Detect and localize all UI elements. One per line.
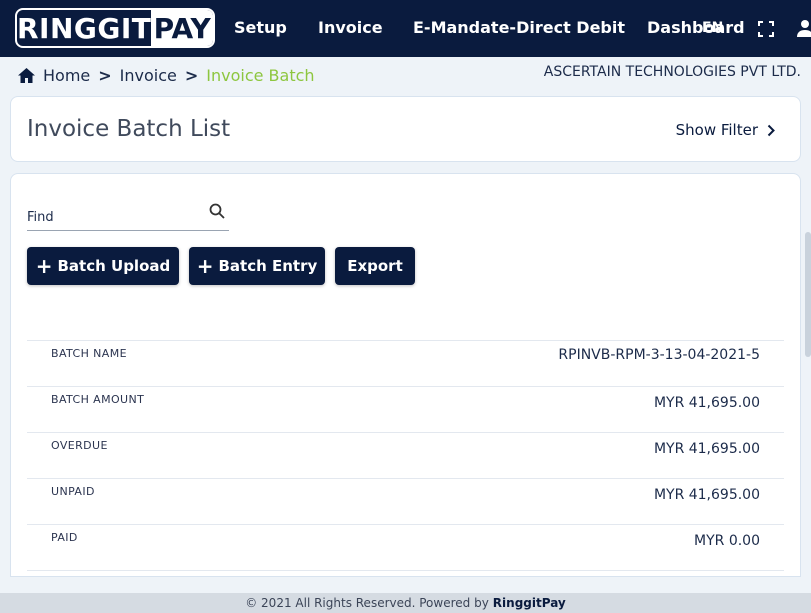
header-card: Invoice Batch List Show Filter [10, 96, 801, 162]
summary-row-unpaid: UNPAID MYR 41,695.00 [27, 478, 784, 524]
find-field [27, 200, 229, 231]
company-name: ASCERTAIN TECHNOLOGIES PVT LTD. [543, 64, 801, 80]
show-filter-label: Show Filter [675, 121, 758, 139]
home-icon[interactable] [18, 68, 35, 83]
breadcrumb-current: Invoice Batch [206, 66, 315, 85]
nav-item-e-mandate[interactable]: E-Mandate-Direct Debit [413, 18, 625, 37]
scrollbar-thumb[interactable] [805, 232, 811, 357]
user-icon[interactable] [796, 19, 811, 37]
footer-brand-link[interactable]: RinggitPay [493, 596, 566, 610]
plus-icon: + [35, 254, 53, 278]
export-button[interactable]: Export [335, 247, 415, 285]
batch-summary: BATCH NAME RPINVB-RPM-3-13-04-2021-5 BAT… [27, 340, 784, 571]
summary-label: OVERDUE [51, 439, 108, 452]
nav-item-dashboard[interactable]: Dashboard [647, 18, 745, 37]
show-filter-button[interactable]: Show Filter [676, 121, 776, 139]
summary-row-batch-name: BATCH NAME RPINVB-RPM-3-13-04-2021-5 [27, 340, 784, 386]
summary-value: RPINVB-RPM-3-13-04-2021-5 [558, 347, 760, 363]
summary-value: MYR 41,695.00 [653, 395, 760, 411]
search-input[interactable] [27, 208, 202, 226]
top-navbar: RINGGIT PAY Setup Invoice E-Mandate-Dire… [0, 0, 811, 57]
chevron-right-icon [767, 124, 775, 136]
batch-upload-label: Batch Upload [57, 257, 171, 275]
summary-label: BATCH NAME [51, 347, 127, 360]
summary-label: PAID [51, 531, 78, 544]
main-card: + Batch Upload + Batch Entry Export BATC… [10, 173, 801, 577]
fullscreen-icon[interactable] [758, 21, 774, 37]
batch-entry-button[interactable]: + Batch Entry [189, 247, 325, 285]
summary-value: MYR 41,695.00 [653, 487, 760, 503]
footer: © 2021 All Rights Reserved. Powered by R… [0, 593, 811, 613]
summary-row-overdue: OVERDUE MYR 41,695.00 [27, 432, 784, 478]
plus-icon: + [196, 254, 214, 278]
summary-row-batch-amount: BATCH AMOUNT MYR 41,695.00 [27, 386, 784, 432]
language-toggle[interactable]: EN [702, 20, 723, 36]
breadcrumb-separator: > [98, 66, 112, 85]
logo-text-right: PAY [151, 10, 213, 46]
summary-value: MYR 41,695.00 [653, 441, 760, 457]
summary-row-paid: PAID MYR 0.00 [27, 524, 784, 571]
batch-entry-label: Batch Entry [218, 257, 318, 275]
nav-item-invoice[interactable]: Invoice [318, 18, 383, 37]
summary-label: UNPAID [51, 485, 95, 498]
export-label: Export [347, 257, 403, 275]
summary-label: BATCH AMOUNT [51, 393, 145, 406]
page-scrollbar[interactable] [805, 57, 811, 577]
footer-text: © 2021 All Rights Reserved. Powered by [245, 596, 489, 610]
batch-upload-button[interactable]: + Batch Upload [27, 247, 179, 285]
search-icon[interactable] [209, 203, 225, 219]
summary-value: MYR 0.00 [694, 533, 760, 549]
ringgitpay-logo[interactable]: RINGGIT PAY [15, 8, 215, 48]
page-title: Invoice Batch List [27, 116, 231, 142]
nav-item-setup[interactable]: Setup [234, 18, 287, 37]
breadcrumb-separator: > [184, 66, 199, 85]
breadcrumb: Home > Invoice > Invoice Batch [18, 66, 315, 85]
breadcrumb-invoice[interactable]: Invoice [120, 66, 177, 85]
logo-text-left: RINGGIT [17, 11, 152, 45]
breadcrumb-home[interactable]: Home [43, 66, 90, 85]
